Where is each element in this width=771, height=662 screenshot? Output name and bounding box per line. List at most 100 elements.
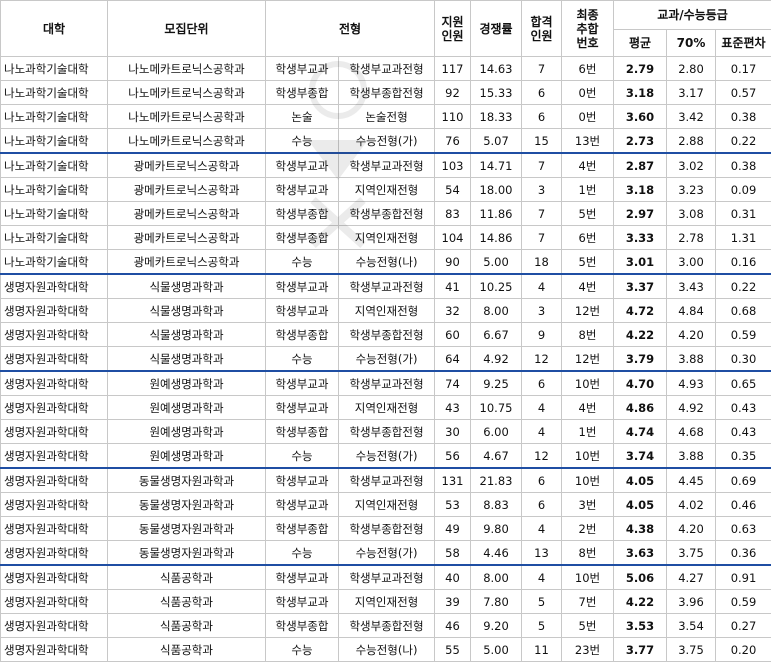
cell-unit: 동물생명자원과학과 <box>108 517 266 541</box>
cell-rate: 9.25 <box>471 371 522 396</box>
cell-final: 0번 <box>562 105 614 129</box>
cell-pass: 6 <box>522 105 562 129</box>
cell-avg: 3.18 <box>614 81 667 105</box>
cell-type: 학생부교과전형 <box>339 371 435 396</box>
cell-final: 10번 <box>562 371 614 396</box>
cell-univ: 생명자원과학대학 <box>1 614 108 638</box>
cell-quota: 110 <box>435 105 471 129</box>
cell-quota: 39 <box>435 590 471 614</box>
cell-track: 학생부종합 <box>266 226 339 250</box>
table-row: 생명자원과학대학동물생명자원과학과수능수능전형(가)584.46138번3.63… <box>1 541 771 566</box>
cell-std: 1.31 <box>716 226 771 250</box>
cell-rate: 4.92 <box>471 347 522 372</box>
cell-quota: 41 <box>435 274 471 299</box>
cell-quota: 117 <box>435 57 471 81</box>
cell-quota: 92 <box>435 81 471 105</box>
cell-final: 13번 <box>562 129 614 154</box>
cell-quota: 53 <box>435 493 471 517</box>
cell-pass: 12 <box>522 444 562 469</box>
cell-pass: 5 <box>522 590 562 614</box>
table-row: 생명자원과학대학동물생명자원과학과학생부교과지역인재전형538.8363번4.0… <box>1 493 771 517</box>
cell-quota: 64 <box>435 347 471 372</box>
cell-unit: 나노메카트로닉스공학과 <box>108 57 266 81</box>
cell-quota: 104 <box>435 226 471 250</box>
cell-pass: 4 <box>522 274 562 299</box>
cell-avg: 3.74 <box>614 444 667 469</box>
cell-track: 학생부교과 <box>266 468 339 493</box>
cell-univ: 생명자원과학대학 <box>1 274 108 299</box>
table-row: 나노과학기술대학광메카트로닉스공학과학생부종합지역인재전형10414.8676번… <box>1 226 771 250</box>
cell-std: 0.30 <box>716 347 771 372</box>
header-final: 최종 추합 번호 <box>562 1 614 57</box>
cell-pass: 3 <box>522 299 562 323</box>
cell-type: 지역인재전형 <box>339 299 435 323</box>
cell-type: 지역인재전형 <box>339 178 435 202</box>
cell-final: 10번 <box>562 565 614 590</box>
cell-p70: 3.23 <box>667 178 716 202</box>
table-row: 생명자원과학대학원예생명과학과학생부교과학생부교과전형749.25610번4.7… <box>1 371 771 396</box>
cell-type: 학생부교과전형 <box>339 153 435 178</box>
cell-std: 0.59 <box>716 323 771 347</box>
table-row: 생명자원과학대학동물생명자원과학과학생부교과학생부교과전형13121.83610… <box>1 468 771 493</box>
cell-final: 8번 <box>562 541 614 566</box>
cell-univ: 생명자원과학대학 <box>1 299 108 323</box>
cell-quota: 30 <box>435 420 471 444</box>
table-row: 나노과학기술대학광메카트로닉스공학과학생부교과학생부교과전형10314.7174… <box>1 153 771 178</box>
cell-avg: 4.74 <box>614 420 667 444</box>
cell-quota: 58 <box>435 541 471 566</box>
cell-p70: 4.27 <box>667 565 716 590</box>
header-avg: 평균 <box>614 30 667 57</box>
table-row: 생명자원과학대학식물생명과학과수능수능전형(가)644.921212번3.793… <box>1 347 771 372</box>
cell-std: 0.43 <box>716 396 771 420</box>
cell-pass: 4 <box>522 420 562 444</box>
cell-rate: 10.75 <box>471 396 522 420</box>
cell-type: 수능전형(가) <box>339 444 435 469</box>
cell-rate: 4.46 <box>471 541 522 566</box>
cell-avg: 4.72 <box>614 299 667 323</box>
cell-final: 6번 <box>562 226 614 250</box>
cell-avg: 3.79 <box>614 347 667 372</box>
cell-p70: 4.84 <box>667 299 716 323</box>
cell-quota: 46 <box>435 614 471 638</box>
cell-pass: 3 <box>522 178 562 202</box>
table-row: 생명자원과학대학동물생명자원과학과학생부종합학생부종합전형499.8042번4.… <box>1 517 771 541</box>
cell-p70: 3.17 <box>667 81 716 105</box>
cell-unit: 원예생명과학과 <box>108 396 266 420</box>
cell-unit: 원예생명과학과 <box>108 420 266 444</box>
table-row: 나노과학기술대학광메카트로닉스공학과학생부종합학생부종합전형8311.8675번… <box>1 202 771 226</box>
cell-type: 수능전형(가) <box>339 129 435 154</box>
table-body: 나노과학기술대학나노메카트로닉스공학과학생부교과학생부교과전형11714.637… <box>1 57 771 662</box>
cell-univ: 나노과학기술대학 <box>1 178 108 202</box>
header-std: 표준편차 <box>716 30 771 57</box>
cell-avg: 4.86 <box>614 396 667 420</box>
cell-avg: 3.77 <box>614 638 667 662</box>
cell-unit: 나노메카트로닉스공학과 <box>108 81 266 105</box>
cell-univ: 나노과학기술대학 <box>1 250 108 275</box>
cell-rate: 6.67 <box>471 323 522 347</box>
cell-track: 수능 <box>266 444 339 469</box>
cell-rate: 11.86 <box>471 202 522 226</box>
cell-track: 학생부교과 <box>266 565 339 590</box>
cell-std: 0.57 <box>716 81 771 105</box>
cell-type: 학생부교과전형 <box>339 57 435 81</box>
cell-final: 5번 <box>562 202 614 226</box>
cell-univ: 생명자원과학대학 <box>1 590 108 614</box>
cell-track: 학생부교과 <box>266 178 339 202</box>
cell-rate: 14.71 <box>471 153 522 178</box>
cell-type: 학생부교과전형 <box>339 565 435 590</box>
cell-avg: 2.87 <box>614 153 667 178</box>
cell-track: 수능 <box>266 129 339 154</box>
cell-quota: 131 <box>435 468 471 493</box>
cell-p70: 2.88 <box>667 129 716 154</box>
cell-unit: 식품공학과 <box>108 565 266 590</box>
cell-std: 0.38 <box>716 105 771 129</box>
cell-final: 12번 <box>562 347 614 372</box>
cell-p70: 4.93 <box>667 371 716 396</box>
cell-track: 학생부종합 <box>266 323 339 347</box>
table-row: 나노과학기술대학광메카트로닉스공학과학생부교과지역인재전형5418.0031번3… <box>1 178 771 202</box>
cell-track: 학생부종합 <box>266 517 339 541</box>
cell-pass: 4 <box>522 396 562 420</box>
table-row: 나노과학기술대학나노메카트로닉스공학과학생부종합학생부종합전형9215.3360… <box>1 81 771 105</box>
cell-type: 지역인재전형 <box>339 590 435 614</box>
cell-final: 3번 <box>562 493 614 517</box>
